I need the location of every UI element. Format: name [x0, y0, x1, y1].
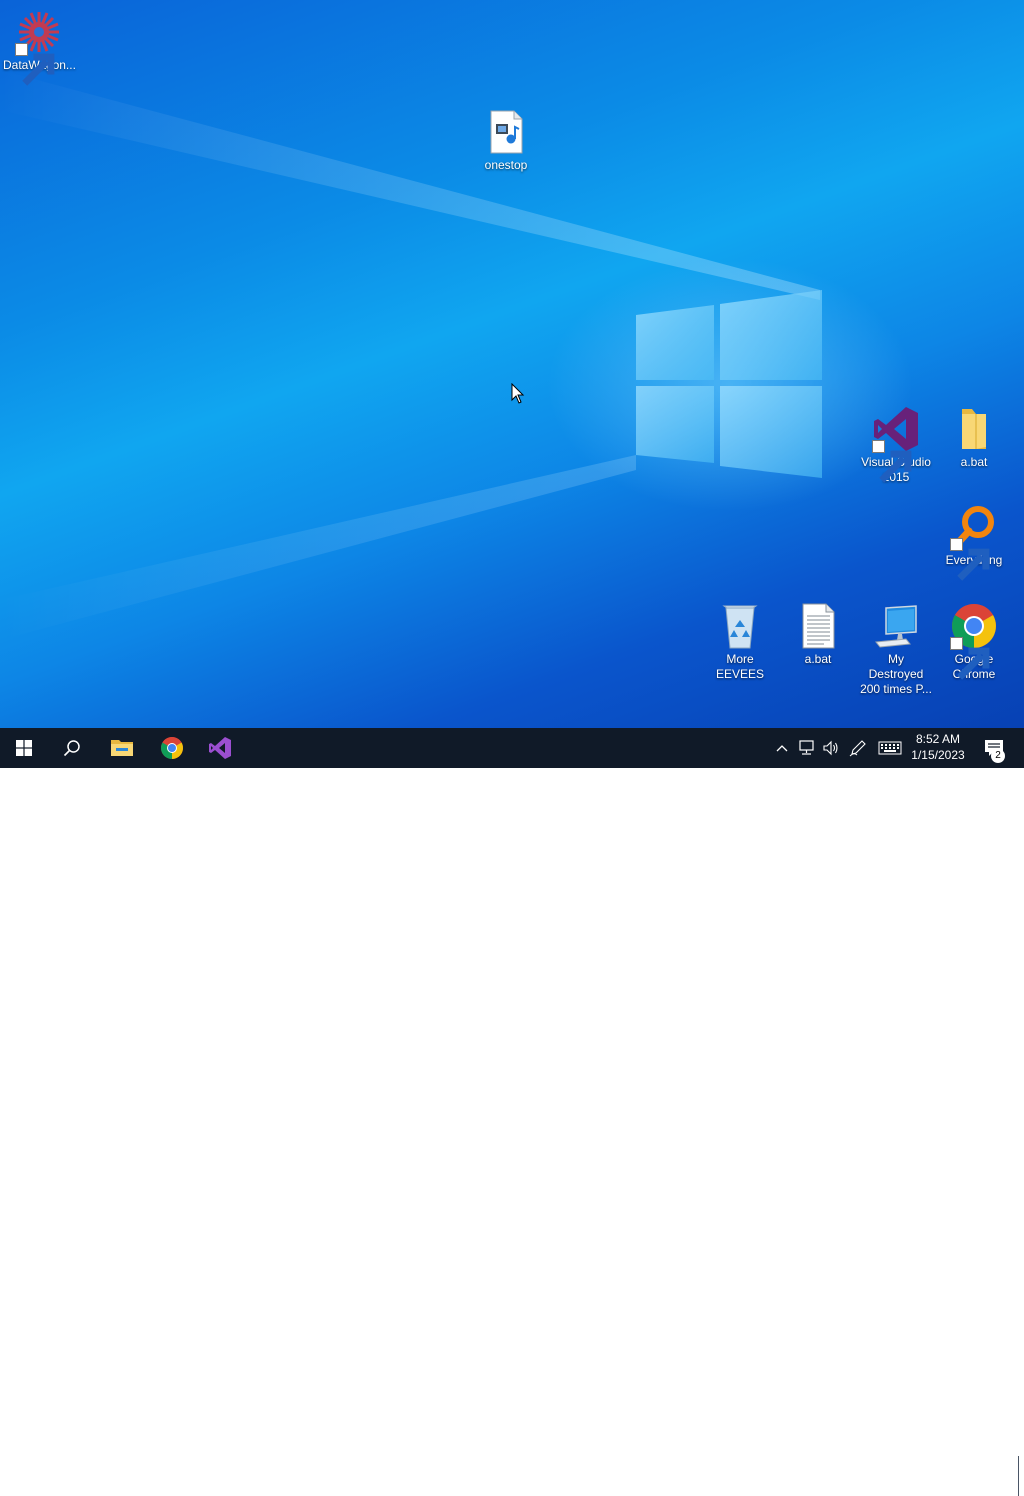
pen-icon — [849, 740, 866, 757]
folder-icon — [950, 405, 998, 453]
desktop-icon-a-bat-file[interactable]: a.bat — [780, 602, 856, 667]
desktop-icon-label: My Destroyed 200 times P... — [860, 652, 932, 696]
network-icon — [799, 740, 814, 755]
recycle-bin-icon — [716, 602, 764, 650]
keyboard-icon — [878, 741, 902, 755]
show-hidden-icons-button[interactable] — [772, 728, 792, 768]
taskbar-clock[interactable]: 8:52 AM 1/15/2023 — [905, 731, 971, 763]
taskbar: 8:52 AM 1/15/2023 — [0, 728, 1024, 1496]
this-pc-icon — [872, 602, 920, 650]
volume-tray-button[interactable] — [820, 728, 842, 768]
text-file-icon — [794, 602, 842, 650]
network-tray-button[interactable] — [796, 728, 818, 768]
windows-logo-icon — [16, 740, 32, 756]
taskbar-file-explorer-button[interactable] — [98, 728, 146, 768]
desktop-icon-this-pc[interactable]: My Destroyed 200 times P... — [858, 602, 934, 697]
chevron-up-icon — [776, 745, 788, 752]
desktop-icon-google-chrome[interactable]: Google Chrome — [936, 602, 1012, 682]
shortcut-arrow-icon — [950, 538, 990, 581]
everything-search-icon — [950, 503, 998, 581]
start-button[interactable] — [0, 728, 48, 768]
desktop-icon-label: More EEVEES — [715, 652, 765, 681]
notification-count-badge: 2 — [991, 749, 1005, 763]
chrome-icon — [161, 737, 183, 759]
desktop-icon-visual-studio[interactable]: Visual Studio 2015 — [858, 405, 934, 485]
desktop[interactable]: DataWagon... onestop Visual Studio 2015 — [0, 0, 1024, 728]
desktop-icon-onestop[interactable]: onestop — [468, 108, 544, 173]
search-icon — [63, 740, 80, 757]
pen-tray-button[interactable] — [847, 728, 869, 768]
desktop-icon-everything[interactable]: Everything — [936, 503, 1012, 581]
datawagon-gear-icon — [15, 8, 63, 86]
desktop-icon-datawagon[interactable]: DataWagon... — [1, 8, 77, 86]
search-button[interactable] — [48, 728, 96, 768]
clock-date: 1/15/2023 — [911, 748, 965, 762]
media-file-icon — [482, 108, 530, 156]
taskbar-chrome-button[interactable] — [148, 728, 196, 768]
desktop-icon-label: a.bat — [960, 455, 988, 469]
shortcut-arrow-icon — [950, 637, 990, 680]
mouse-cursor-icon — [511, 383, 525, 404]
visual-studio-icon — [209, 737, 231, 759]
shortcut-arrow-icon — [872, 440, 912, 483]
taskbar-visual-studio-button[interactable] — [196, 728, 244, 768]
desktop-icon-label: a.bat — [804, 652, 832, 666]
desktop-icon-a-bat-folder[interactable]: a.bat — [936, 405, 1012, 470]
shortcut-arrow-icon — [15, 43, 55, 86]
desktop-icon-label: onestop — [484, 158, 528, 172]
touch-keyboard-button[interactable] — [876, 728, 904, 768]
volume-icon — [823, 740, 838, 756]
desktop-icon-recycle-bin[interactable]: More EEVEES — [702, 602, 778, 682]
file-explorer-icon — [111, 740, 133, 756]
show-desktop-button[interactable] — [1018, 1456, 1024, 1496]
visual-studio-icon — [872, 405, 920, 483]
clock-time: 8:52 AM — [915, 732, 961, 746]
chrome-icon — [950, 602, 998, 680]
